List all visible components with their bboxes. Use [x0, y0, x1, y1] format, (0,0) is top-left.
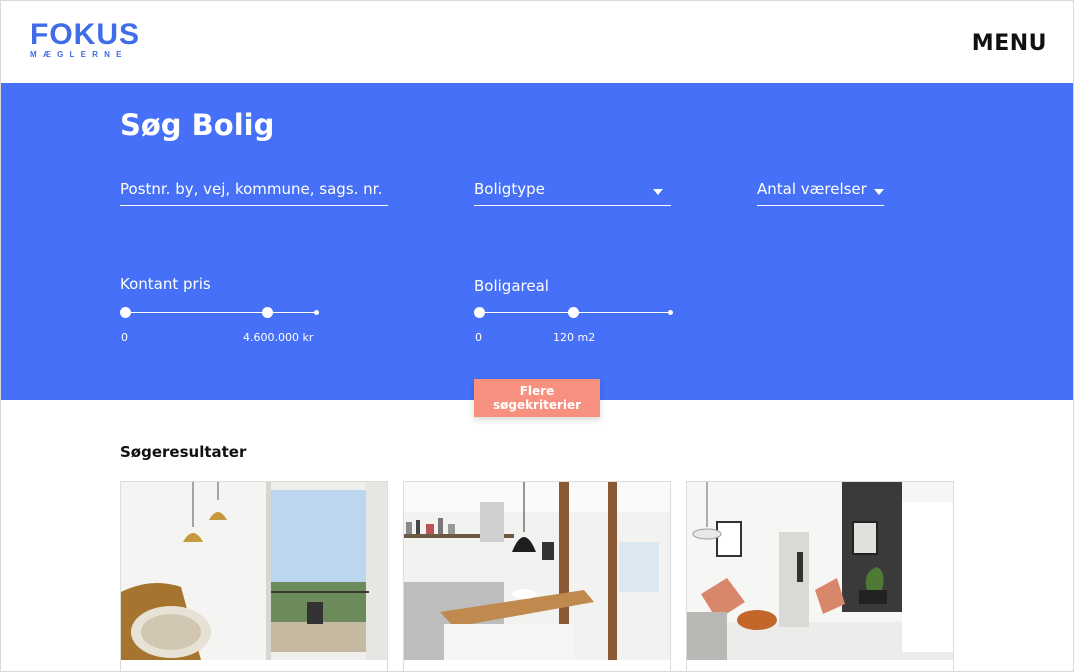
- property-type-select[interactable]: Boligtype: [474, 178, 671, 206]
- slider-end-dot: [668, 310, 673, 315]
- site-header: FOKUS MÆGLERNE MENU: [1, 1, 1073, 83]
- location-search-field[interactable]: [120, 178, 388, 206]
- listing-card[interactable]: [120, 481, 388, 671]
- price-min-handle[interactable]: [120, 307, 131, 318]
- price-range-slider[interactable]: [120, 305, 319, 319]
- area-min-handle[interactable]: [474, 307, 485, 318]
- menu-button[interactable]: MENU: [972, 31, 1047, 56]
- slider-end-dot: [314, 310, 319, 315]
- search-panel: Søg Bolig Boligtype Antal værelser Konta…: [1, 83, 1073, 400]
- results-title: Søgeresultater: [120, 443, 247, 461]
- page-frame: FOKUS MÆGLERNE MENU Søg Bolig Boligtype …: [0, 0, 1074, 672]
- search-title: Søg Bolig: [120, 108, 275, 142]
- rooms-label: Antal værelser: [757, 180, 867, 198]
- logo-main-text: FOKUS: [30, 18, 140, 51]
- more-criteria-button[interactable]: Flere søgekriterier: [474, 379, 600, 417]
- price-max-value: 4.600.000 kr: [243, 331, 314, 344]
- location-search-input[interactable]: [120, 180, 388, 198]
- slider-track: [125, 312, 317, 313]
- area-max-value: 120 m2: [553, 331, 596, 344]
- area-range-slider[interactable]: [474, 305, 673, 319]
- price-range-label: Kontant pris: [120, 275, 211, 293]
- property-type-label: Boligtype: [474, 180, 545, 198]
- area-max-handle[interactable]: [568, 307, 580, 318]
- listing-card[interactable]: [403, 481, 671, 671]
- area-min-value: 0: [475, 331, 482, 344]
- rooms-select[interactable]: Antal værelser: [757, 178, 884, 206]
- logo-sub-text: MÆGLERNE: [30, 50, 128, 59]
- living-room-chairs-photo: [687, 482, 953, 660]
- price-min-value: 0: [121, 331, 128, 344]
- living-room-balcony-photo: [121, 482, 387, 660]
- chevron-down-icon: [653, 189, 663, 195]
- price-max-handle[interactable]: [262, 307, 274, 318]
- logo[interactable]: FOKUS MÆGLERNE: [30, 18, 140, 60]
- area-range-label: Boligareal: [474, 277, 549, 295]
- listing-card[interactable]: [686, 481, 954, 671]
- chevron-down-icon: [874, 189, 884, 195]
- kitchen-island-photo: [404, 482, 670, 660]
